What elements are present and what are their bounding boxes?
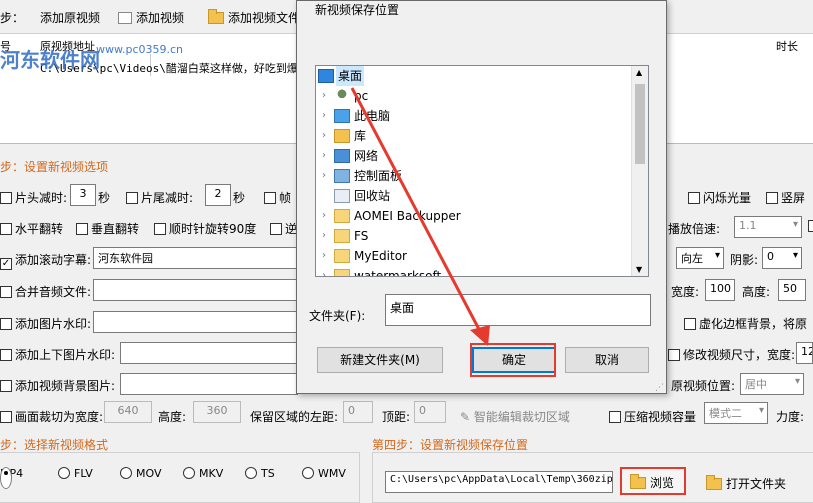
annotation-arrow: [350, 87, 490, 346]
